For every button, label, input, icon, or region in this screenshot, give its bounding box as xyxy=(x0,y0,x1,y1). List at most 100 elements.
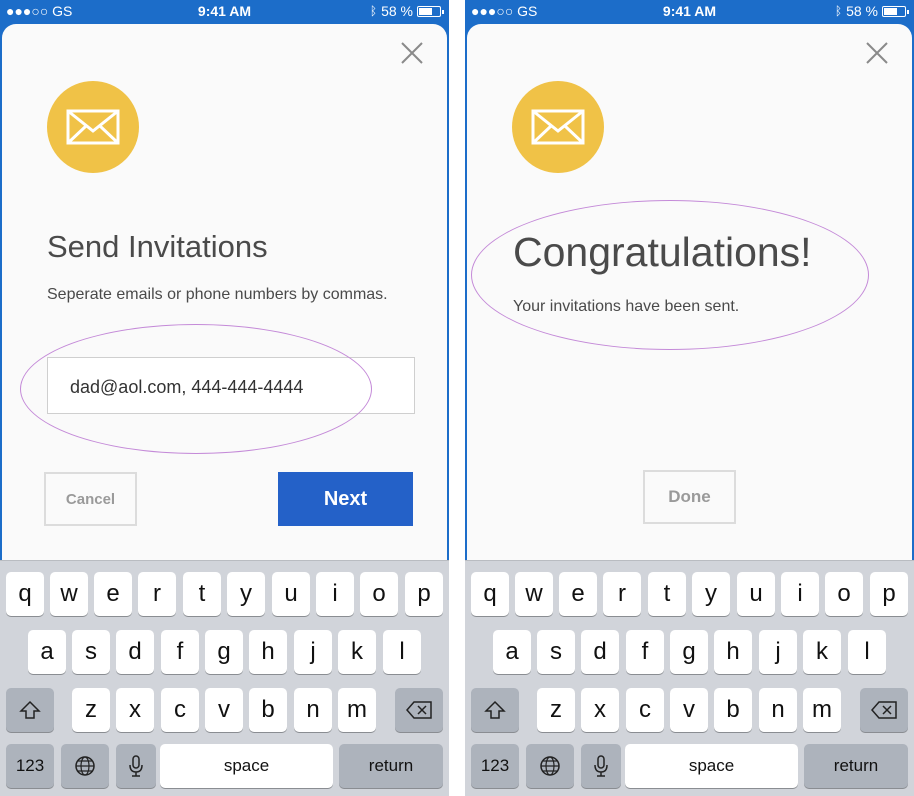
key-z[interactable]: z xyxy=(72,688,110,732)
return-key[interactable]: return xyxy=(804,744,908,788)
key-v[interactable]: v xyxy=(670,688,708,732)
battery-icon xyxy=(417,5,444,17)
key-u[interactable]: u xyxy=(272,572,310,616)
key-f[interactable]: f xyxy=(161,630,199,674)
battery-percent: 58 % xyxy=(381,3,413,19)
shift-icon xyxy=(484,700,506,719)
backspace-key[interactable] xyxy=(395,688,443,732)
key-x[interactable]: x xyxy=(116,688,154,732)
key-s[interactable]: s xyxy=(72,630,110,674)
return-key[interactable]: return xyxy=(339,744,443,788)
keyboard: q w e r t y u i o p a s d f g h j k l z … xyxy=(465,560,914,796)
key-q[interactable]: q xyxy=(6,572,44,616)
instructions-text: Seperate emails or phone numbers by comm… xyxy=(47,286,388,303)
next-button[interactable]: Next xyxy=(278,472,413,526)
page-title: Send Invitations xyxy=(47,229,268,264)
key-i[interactable]: i xyxy=(316,572,354,616)
space-key[interactable]: space xyxy=(160,744,333,788)
key-b[interactable]: b xyxy=(714,688,752,732)
key-i[interactable]: i xyxy=(781,572,819,616)
keyboard: q w e r t y u i o p a s d f g h j k l z … xyxy=(0,560,449,796)
key-h[interactable]: h xyxy=(714,630,752,674)
globe-key[interactable] xyxy=(526,744,574,788)
microphone-key[interactable] xyxy=(581,744,621,788)
key-p[interactable]: p xyxy=(405,572,443,616)
status-right: ᛒ 58 % xyxy=(369,3,444,19)
status-bar: ●●●○○ GS 9:41 AM ᛒ 58 % xyxy=(0,0,449,22)
shift-key[interactable] xyxy=(471,688,519,732)
shift-icon xyxy=(19,700,41,719)
key-a[interactable]: a xyxy=(28,630,66,674)
key-t[interactable]: t xyxy=(648,572,686,616)
microphone-key[interactable] xyxy=(116,744,156,788)
key-n[interactable]: n xyxy=(294,688,332,732)
key-a[interactable]: a xyxy=(493,630,531,674)
battery-percent: 58 % xyxy=(846,3,878,19)
key-g[interactable]: g xyxy=(205,630,243,674)
globe-key[interactable] xyxy=(61,744,109,788)
invite-recipients-input[interactable]: dad@aol.com, 444-444-4444 xyxy=(47,357,415,414)
numbers-key[interactable]: 123 xyxy=(6,744,54,788)
key-q[interactable]: q xyxy=(471,572,509,616)
key-e[interactable]: e xyxy=(94,572,132,616)
key-p[interactable]: p xyxy=(870,572,908,616)
key-l[interactable]: l xyxy=(383,630,421,674)
key-c[interactable]: c xyxy=(161,688,199,732)
bluetooth-icon: ᛒ xyxy=(369,4,378,18)
confirmation-message: Your invitations have been sent. xyxy=(513,298,740,315)
key-t[interactable]: t xyxy=(183,572,221,616)
mail-icon-circle xyxy=(47,81,139,173)
space-key[interactable]: space xyxy=(625,744,798,788)
key-f[interactable]: f xyxy=(626,630,664,674)
globe-icon xyxy=(75,756,95,776)
send-invitations-screen: ●●●○○ GS 9:41 AM ᛒ 58 % Send Invitations… xyxy=(0,0,449,796)
key-b[interactable]: b xyxy=(249,688,287,732)
key-d[interactable]: d xyxy=(581,630,619,674)
key-x[interactable]: x xyxy=(581,688,619,732)
key-r[interactable]: r xyxy=(138,572,176,616)
backspace-icon xyxy=(406,701,432,719)
confirmation-screen: ●●●○○ GS 9:41 AM ᛒ 58 % Congratulations!… xyxy=(465,0,914,796)
key-n[interactable]: n xyxy=(759,688,797,732)
key-e[interactable]: e xyxy=(559,572,597,616)
key-m[interactable]: m xyxy=(803,688,841,732)
done-button[interactable]: Done xyxy=(643,470,736,524)
key-z[interactable]: z xyxy=(537,688,575,732)
close-icon[interactable] xyxy=(864,40,890,66)
key-w[interactable]: w xyxy=(515,572,553,616)
modal-sheet: Send Invitations Seperate emails or phon… xyxy=(2,24,447,560)
backspace-icon xyxy=(871,701,897,719)
key-y[interactable]: y xyxy=(227,572,265,616)
numbers-key[interactable]: 123 xyxy=(471,744,519,788)
key-h[interactable]: h xyxy=(249,630,287,674)
mail-icon-circle xyxy=(512,81,604,173)
key-k[interactable]: k xyxy=(803,630,841,674)
page-title: Congratulations! xyxy=(513,229,812,275)
key-v[interactable]: v xyxy=(205,688,243,732)
key-o[interactable]: o xyxy=(825,572,863,616)
key-r[interactable]: r xyxy=(603,572,641,616)
microphone-icon xyxy=(129,755,143,777)
modal-sheet: Congratulations! Your invitations have b… xyxy=(467,24,912,560)
globe-icon xyxy=(540,756,560,776)
envelope-icon xyxy=(66,109,120,145)
microphone-icon xyxy=(594,755,608,777)
status-right: ᛒ 58 % xyxy=(835,3,909,19)
key-c[interactable]: c xyxy=(626,688,664,732)
key-l[interactable]: l xyxy=(848,630,886,674)
key-w[interactable]: w xyxy=(50,572,88,616)
key-y[interactable]: y xyxy=(692,572,730,616)
key-j[interactable]: j xyxy=(294,630,332,674)
close-icon[interactable] xyxy=(399,40,425,66)
key-g[interactable]: g xyxy=(670,630,708,674)
key-j[interactable]: j xyxy=(759,630,797,674)
key-m[interactable]: m xyxy=(338,688,376,732)
cancel-button[interactable]: Cancel xyxy=(44,472,137,526)
key-u[interactable]: u xyxy=(737,572,775,616)
key-d[interactable]: d xyxy=(116,630,154,674)
key-k[interactable]: k xyxy=(338,630,376,674)
key-o[interactable]: o xyxy=(360,572,398,616)
shift-key[interactable] xyxy=(6,688,54,732)
backspace-key[interactable] xyxy=(860,688,908,732)
key-s[interactable]: s xyxy=(537,630,575,674)
